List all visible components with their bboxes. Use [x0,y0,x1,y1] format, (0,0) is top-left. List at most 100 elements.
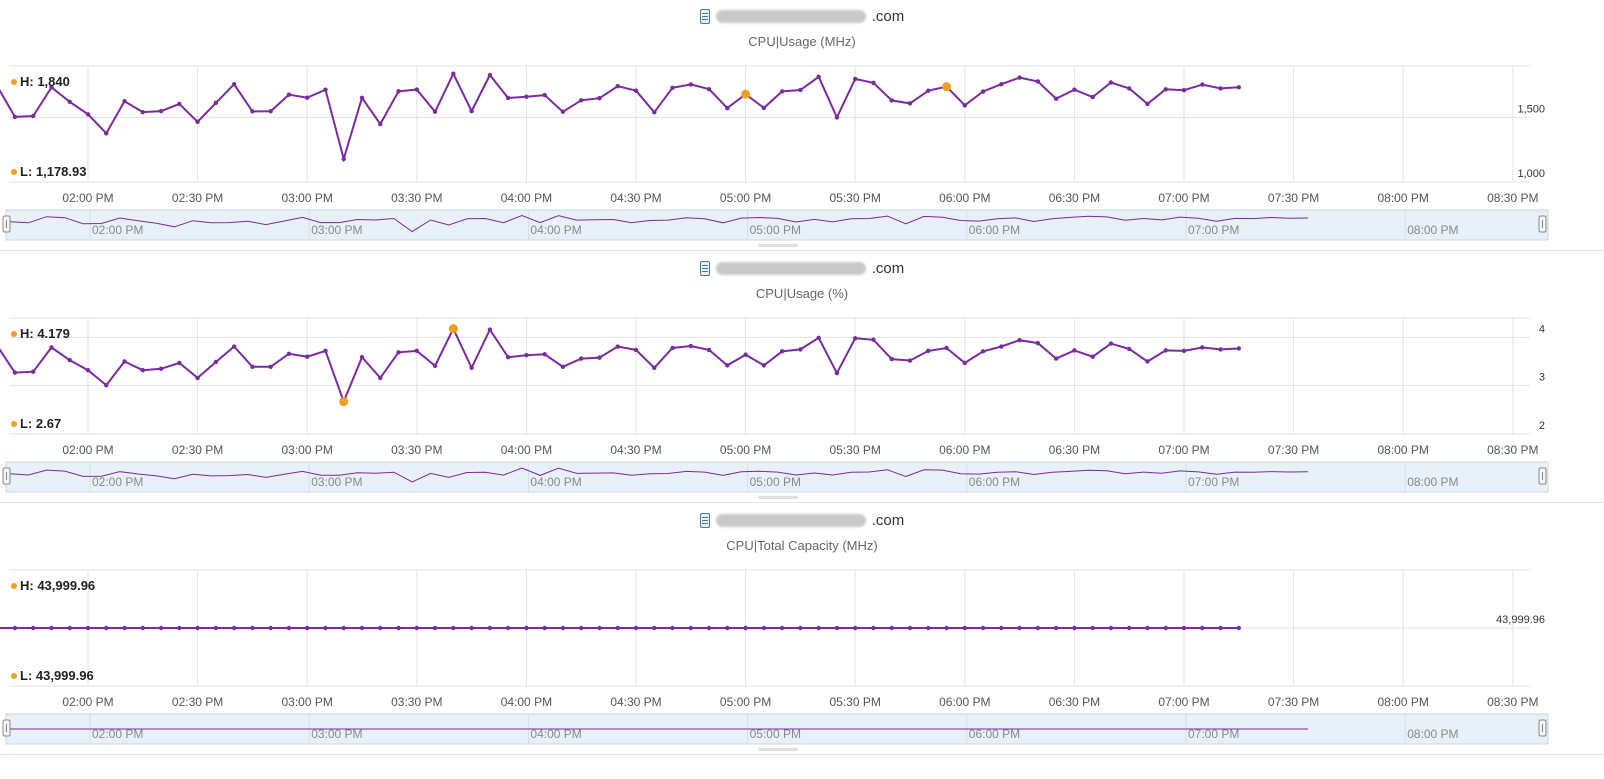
data-point[interactable] [31,369,36,374]
data-point[interactable] [706,625,712,631]
data-point[interactable] [962,360,967,366]
data-point[interactable] [670,625,675,631]
data-point[interactable] [999,81,1004,87]
data-point[interactable] [286,92,292,97]
data-point[interactable] [250,625,255,631]
data-point[interactable] [560,364,566,370]
low-point-marker[interactable] [741,89,751,99]
data-point[interactable] [579,625,584,631]
data-point[interactable] [1017,75,1022,80]
data-point[interactable] [871,337,876,342]
data-point[interactable] [1090,625,1095,631]
data-point[interactable] [323,348,328,354]
data-point[interactable] [268,625,273,631]
data-point[interactable] [1218,625,1223,631]
data-point[interactable] [1127,625,1132,631]
data-point[interactable] [1145,625,1150,631]
data-point[interactable] [359,95,365,101]
data-point[interactable] [1181,348,1187,354]
panel-resize-grip[interactable] [758,244,798,247]
data-point[interactable] [779,89,785,94]
data-point[interactable] [889,98,894,103]
data-point[interactable] [889,625,894,631]
data-point[interactable] [1053,96,1059,101]
data-point[interactable] [853,76,858,82]
data-point[interactable] [432,109,438,114]
data-point[interactable] [907,358,913,363]
data-point[interactable] [999,344,1004,349]
data-point[interactable] [140,109,145,115]
data-point[interactable] [1218,86,1223,91]
data-point[interactable] [761,105,767,111]
data-point[interactable] [195,625,200,631]
data-point[interactable] [1035,79,1041,84]
data-point[interactable] [195,375,200,381]
data-point[interactable] [505,95,511,101]
data-point[interactable] [1200,625,1205,631]
data-point[interactable] [49,345,54,350]
data-point[interactable] [524,353,529,358]
data-point[interactable] [487,625,493,631]
data-point[interactable] [158,625,164,631]
data-point[interactable] [542,92,547,98]
data-point[interactable] [1108,80,1114,85]
data-point[interactable] [231,81,237,87]
data-point[interactable] [798,625,803,631]
data-point[interactable] [85,625,91,631]
data-point[interactable] [305,354,310,359]
data-point[interactable] [505,354,511,360]
data-point[interactable] [359,354,365,360]
data-point[interactable] [250,364,255,370]
data-point[interactable] [926,88,931,93]
data-point[interactable] [816,74,821,80]
data-point[interactable] [579,356,584,361]
data-point[interactable] [487,72,493,78]
data-point[interactable] [926,348,931,354]
data-point[interactable] [323,87,328,92]
data-point[interactable] [652,625,657,631]
data-point[interactable] [652,365,657,370]
data-point[interactable] [688,625,693,631]
data-point[interactable] [505,625,511,631]
data-point[interactable] [1035,340,1041,346]
data-point[interactable] [615,84,620,89]
data-point[interactable] [962,103,967,108]
data-point[interactable] [871,80,876,86]
data-point[interactable] [980,349,986,354]
data-point[interactable] [542,625,547,631]
data-point[interactable] [1072,625,1077,631]
line-chart-cpu-total-capacity[interactable]: 02:00 PM 02:30 PM 03:00 PM 03:30 PM 04:00 PM… [0,504,1604,754]
data-point[interactable] [104,625,109,631]
data-point[interactable] [67,625,72,631]
data-point[interactable] [451,625,456,631]
data-point[interactable] [962,625,967,631]
data-point[interactable] [798,347,803,352]
data-point[interactable] [213,100,219,106]
data-point[interactable] [579,98,584,103]
data-point[interactable] [542,352,547,357]
data-point[interactable] [725,625,730,631]
data-point[interactable] [140,368,145,373]
panel-resize-grip[interactable] [758,496,798,499]
data-point[interactable] [1163,87,1168,92]
data-point[interactable] [378,625,383,631]
data-point[interactable] [1163,625,1168,631]
data-point[interactable] [1017,625,1022,631]
data-point[interactable] [798,87,803,93]
data-point[interactable] [12,625,18,631]
data-point[interactable] [231,625,237,631]
data-point[interactable] [1127,86,1132,91]
data-point[interactable] [67,99,72,105]
data-point[interactable] [341,156,346,162]
data-point[interactable] [305,95,310,100]
data-point[interactable] [834,625,840,631]
data-point[interactable] [907,625,913,631]
data-point[interactable] [597,96,602,101]
data-point[interactable] [853,625,858,631]
data-point[interactable] [177,625,182,631]
line-chart-cpu-usage-mhz[interactable]: 02:00 PM 02:30 PM 03:00 PM 03:30 PM 04:00 PM… [0,0,1604,250]
data-point[interactable] [816,625,821,631]
data-point[interactable] [761,625,767,631]
data-point[interactable] [12,370,18,375]
data-point[interactable] [231,344,237,349]
